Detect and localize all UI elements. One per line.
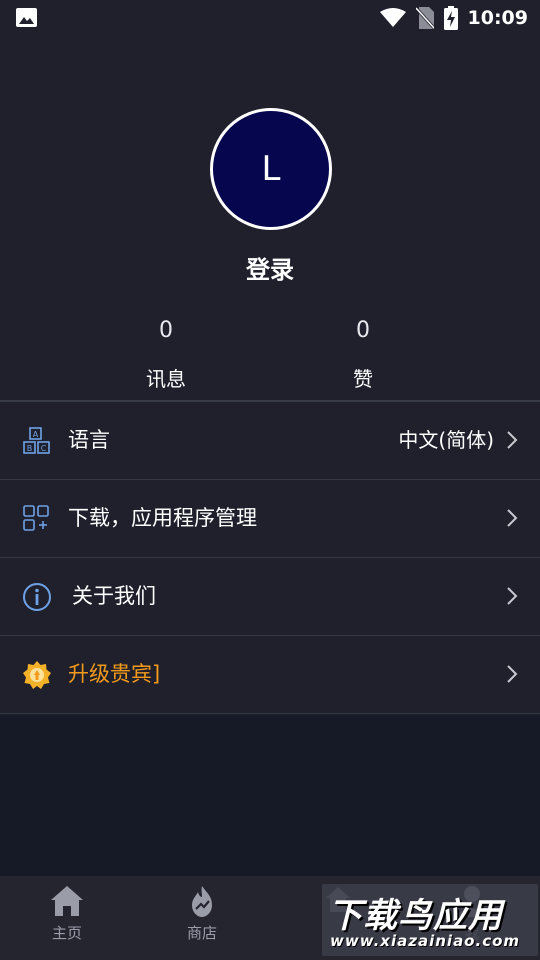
no-sim-icon [415,7,434,29]
svg-text:B: B [27,444,33,453]
watermark-brand: 下载鸟应用 [328,896,503,936]
stat-messages[interactable]: 0 讯息 [106,318,226,392]
likes-label: 赞 [353,367,373,391]
menu-item-label: 关于我们 [72,584,156,608]
menu-item-label: 升级贵宾] [68,662,161,686]
wifi-icon [379,8,406,27]
chevron-right-icon [507,587,518,605]
likes-count: 0 [356,318,370,343]
tab-store[interactable]: 商店 [162,884,242,943]
chevron-right-icon [507,431,518,449]
status-time: 10:09 [467,7,528,29]
profile-header: L 登录 0 讯息 0 赞 [0,36,540,400]
svg-text:A: A [33,430,39,439]
stat-likes[interactable]: 0 赞 [303,318,423,392]
tab-label: 商店 [186,924,217,942]
menu-item-language[interactable]: A B C 语言 中文(简体) [0,402,540,480]
status-bar: 10:09 [0,0,540,36]
vip-badge-icon [23,661,51,689]
menu-item-label: 语言 [68,428,110,452]
empty-area [0,716,540,876]
watermark-url: www.xiazainiao.com [330,932,521,950]
abc-language-icon: A B C [23,427,50,454]
battery-charging-icon [443,6,458,30]
tab-home[interactable]: 主页 [27,884,107,943]
menu-item-upgrade-vip[interactable]: 升级贵宾] [0,636,540,714]
chevron-right-icon [507,509,518,527]
messages-label: 讯息 [146,367,186,391]
app-grid-icon [23,505,49,531]
menu-item-app-management[interactable]: 下载，应用程序管理 [0,480,540,558]
menu-item-about[interactable]: 关于我们 [0,558,540,636]
login-link[interactable]: 登录 [0,250,540,285]
settings-menu: A B C 语言 中文(简体) 下载，应用程序管理 关于我们 升级贵宾] [0,402,540,714]
messages-count: 0 [159,318,173,343]
avatar[interactable]: L [210,108,332,230]
home-icon [51,886,83,916]
language-value: 中文(简体) [398,428,494,452]
info-icon [23,583,51,611]
gallery-notification-icon [16,8,37,27]
tab-label: 主页 [51,924,82,942]
chevron-right-icon [507,665,518,683]
svg-text:C: C [41,444,47,453]
watermark-overlay: 下载鸟应用 www.xiazainiao.com [322,884,538,956]
store-flame-icon [192,886,212,917]
menu-item-label: 下载，应用程序管理 [68,506,257,530]
